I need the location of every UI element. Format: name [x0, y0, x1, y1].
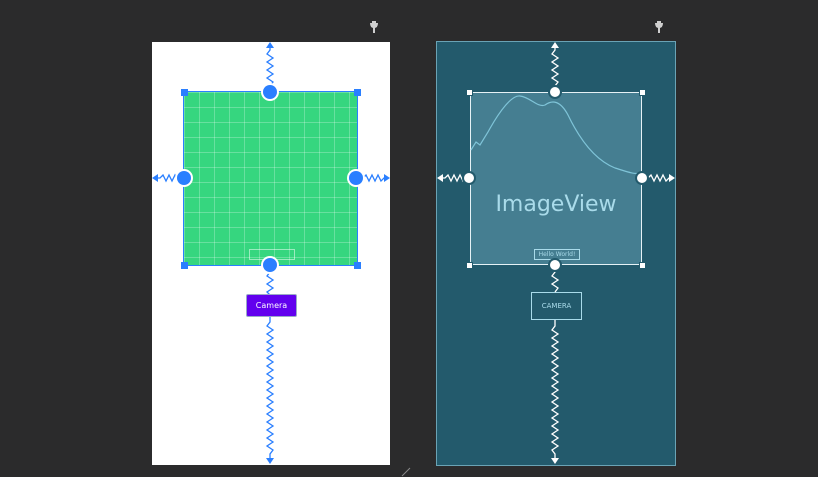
resize-grip-icon[interactable]: [0, 0, 818, 477]
